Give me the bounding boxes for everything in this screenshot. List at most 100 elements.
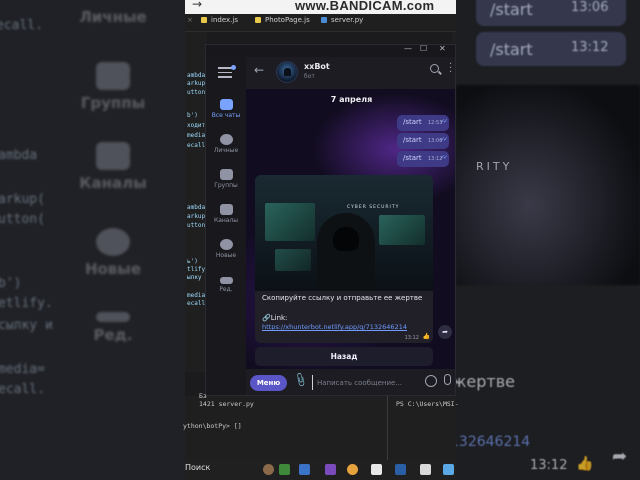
python-file-icon [321, 17, 327, 23]
app-icon[interactable] [299, 464, 310, 475]
chat-messages: 7 апреля /start 12:53 ✓✓ /start 13:06 ✓✓… [246, 89, 455, 369]
editor-code-line: arkup( [187, 80, 207, 87]
paperclip-icon[interactable]: 📎 [292, 373, 308, 389]
message-time: 13:12 [404, 335, 419, 341]
bg-code-line: utton( [0, 212, 45, 227]
minimize-icon[interactable]: — [404, 45, 412, 53]
read-check-icon: ✓✓ [439, 136, 448, 143]
editor-code-line: b') [187, 112, 198, 119]
js-file-icon [201, 17, 207, 23]
bg-nav-personal: Личные [79, 8, 147, 26]
tab-server-py[interactable]: server.py [321, 16, 363, 24]
widget-icon[interactable] [263, 464, 274, 475]
outgoing-message[interactable]: /start 13:06 ✓✓ [397, 133, 449, 149]
tab-close-icon[interactable]: × [187, 16, 193, 24]
hamburger-menu-icon[interactable] [218, 65, 236, 81]
like-reaction-icon[interactable]: 👍 [423, 333, 430, 340]
folder-groups[interactable]: Группы [206, 169, 246, 189]
bg-nav-edit: Ред. [58, 312, 168, 344]
browser-icon[interactable] [347, 464, 358, 475]
bg-message-text: жертве [456, 372, 516, 391]
background-left-blurred: ecall. ambda arkup( utton( b') etlify. с… [0, 0, 185, 480]
hood-face [333, 227, 359, 251]
person-icon [219, 134, 233, 145]
bg-nav-new: Новые [58, 228, 168, 278]
app-icon[interactable] [325, 464, 336, 475]
group-icon [219, 169, 233, 180]
search-icon[interactable] [430, 64, 439, 73]
bg-bubble-icon [96, 228, 130, 256]
editor-code-line: tlify. [187, 266, 207, 273]
link-label: 🔗Link: [262, 314, 288, 322]
bg-code-line: сылку и [0, 318, 53, 333]
js-file-icon [255, 17, 261, 23]
bg-sliders-icon [96, 312, 130, 322]
message-text: Скопируйте ссылку и отправьте ее жертве [262, 294, 423, 302]
bg-people-icon [96, 62, 130, 90]
photo-caption: CYBER SECURITY [347, 205, 400, 210]
screen-shape [275, 249, 311, 271]
terminal-line[interactable]: ython\botPy> [] [183, 422, 242, 430]
folder-edit[interactable]: Ред. [206, 274, 246, 293]
folder-new[interactable]: Новые [206, 239, 246, 259]
terminal-line-right[interactable]: PS C:\Users\MSI- [396, 400, 459, 408]
read-check-icon: ✓✓ [439, 154, 448, 161]
capcut-icon[interactable] [371, 464, 382, 475]
more-vertical-icon[interactable]: · · · [449, 60, 452, 78]
app-icon[interactable] [279, 464, 290, 475]
folder-all-chats[interactable]: Все чаты [206, 94, 246, 128]
message-input[interactable] [312, 375, 418, 390]
unread-dot [231, 65, 236, 70]
sliders-icon [219, 277, 233, 284]
editor-code-line: ecall. [187, 300, 207, 307]
terminal-divider [387, 396, 388, 460]
terminal-panel: Бз 1421 server.py ython\botPy> [] PS C:\… [183, 392, 459, 460]
link-icon: 🔗 [262, 314, 271, 322]
chat-title[interactable]: xxBot [304, 62, 330, 71]
inline-back-button[interactable]: Назад [255, 347, 433, 366]
message-photo[interactable]: CYBER SECURITY [255, 175, 433, 291]
bg-code-line: etlify. [0, 296, 53, 311]
outgoing-message[interactable]: /start 12:53 ✓✓ [397, 115, 449, 131]
hooded-figure [317, 213, 375, 291]
bg-code-line: arkup( [0, 192, 45, 207]
close-icon[interactable]: ✕ [439, 45, 446, 53]
editor-code-line: ecall. [187, 142, 207, 149]
screen-shape [265, 203, 315, 241]
tab-index-js[interactable]: index.js [201, 16, 238, 24]
message-link[interactable]: https://xhunterbot.netlify.app/g/7132646… [262, 323, 407, 331]
bg-code-line: b') [0, 276, 22, 291]
maximize-icon[interactable]: ☐ [420, 45, 427, 53]
telegram-icon[interactable] [443, 464, 454, 475]
date-separator: 7 апреля [330, 95, 373, 104]
background-right-blurred: /start 13:06 /start 13:12 RITY жертве 13… [456, 0, 640, 480]
bg-megaphone-icon [96, 142, 130, 170]
chats-icon [219, 99, 233, 110]
bot-menu-button[interactable]: Меню [250, 375, 287, 391]
bg-code-line: ecall. [0, 18, 43, 33]
share-icon[interactable]: ➦ [438, 325, 452, 339]
incoming-message[interactable]: CYBER SECURITY Скопируйте ссылку и отпра… [255, 175, 433, 343]
app-icon[interactable] [420, 464, 431, 475]
terminal-line: 1421 server.py [199, 400, 254, 408]
bg-code-line: media= [0, 362, 45, 377]
outgoing-message[interactable]: /start 13:12 ✓✓ [397, 151, 449, 167]
bg-hero-image [456, 85, 640, 285]
bg-code-line: ambda [0, 148, 38, 163]
folder-channels[interactable]: Каналы [206, 204, 246, 224]
window-titlebar: — ☐ ✕ [206, 45, 455, 57]
microphone-icon[interactable] [444, 374, 451, 385]
avatar[interactable] [276, 61, 298, 83]
tab-photopage-js[interactable]: PhotoPage.js [255, 16, 310, 24]
steam-icon[interactable] [395, 464, 406, 475]
bg-bubble: /start 13:12 [476, 32, 626, 66]
editor-code-line: media= [187, 132, 207, 139]
editor-gutter: ambda arkup(utton(b') ходит media= ecall. amb… [185, 32, 207, 372]
folder-personal[interactable]: Личные [206, 134, 246, 154]
editor-tab-bar: × index.js PhotoPage.js server.py [185, 14, 456, 32]
emoji-icon[interactable] [425, 375, 437, 387]
chat-header: ← xxBot бот · · · [246, 57, 455, 89]
terminal-line: Бз [199, 392, 207, 400]
taskbar-search[interactable]: Поиск [185, 463, 210, 472]
back-arrow-icon[interactable]: ← [254, 63, 264, 77]
